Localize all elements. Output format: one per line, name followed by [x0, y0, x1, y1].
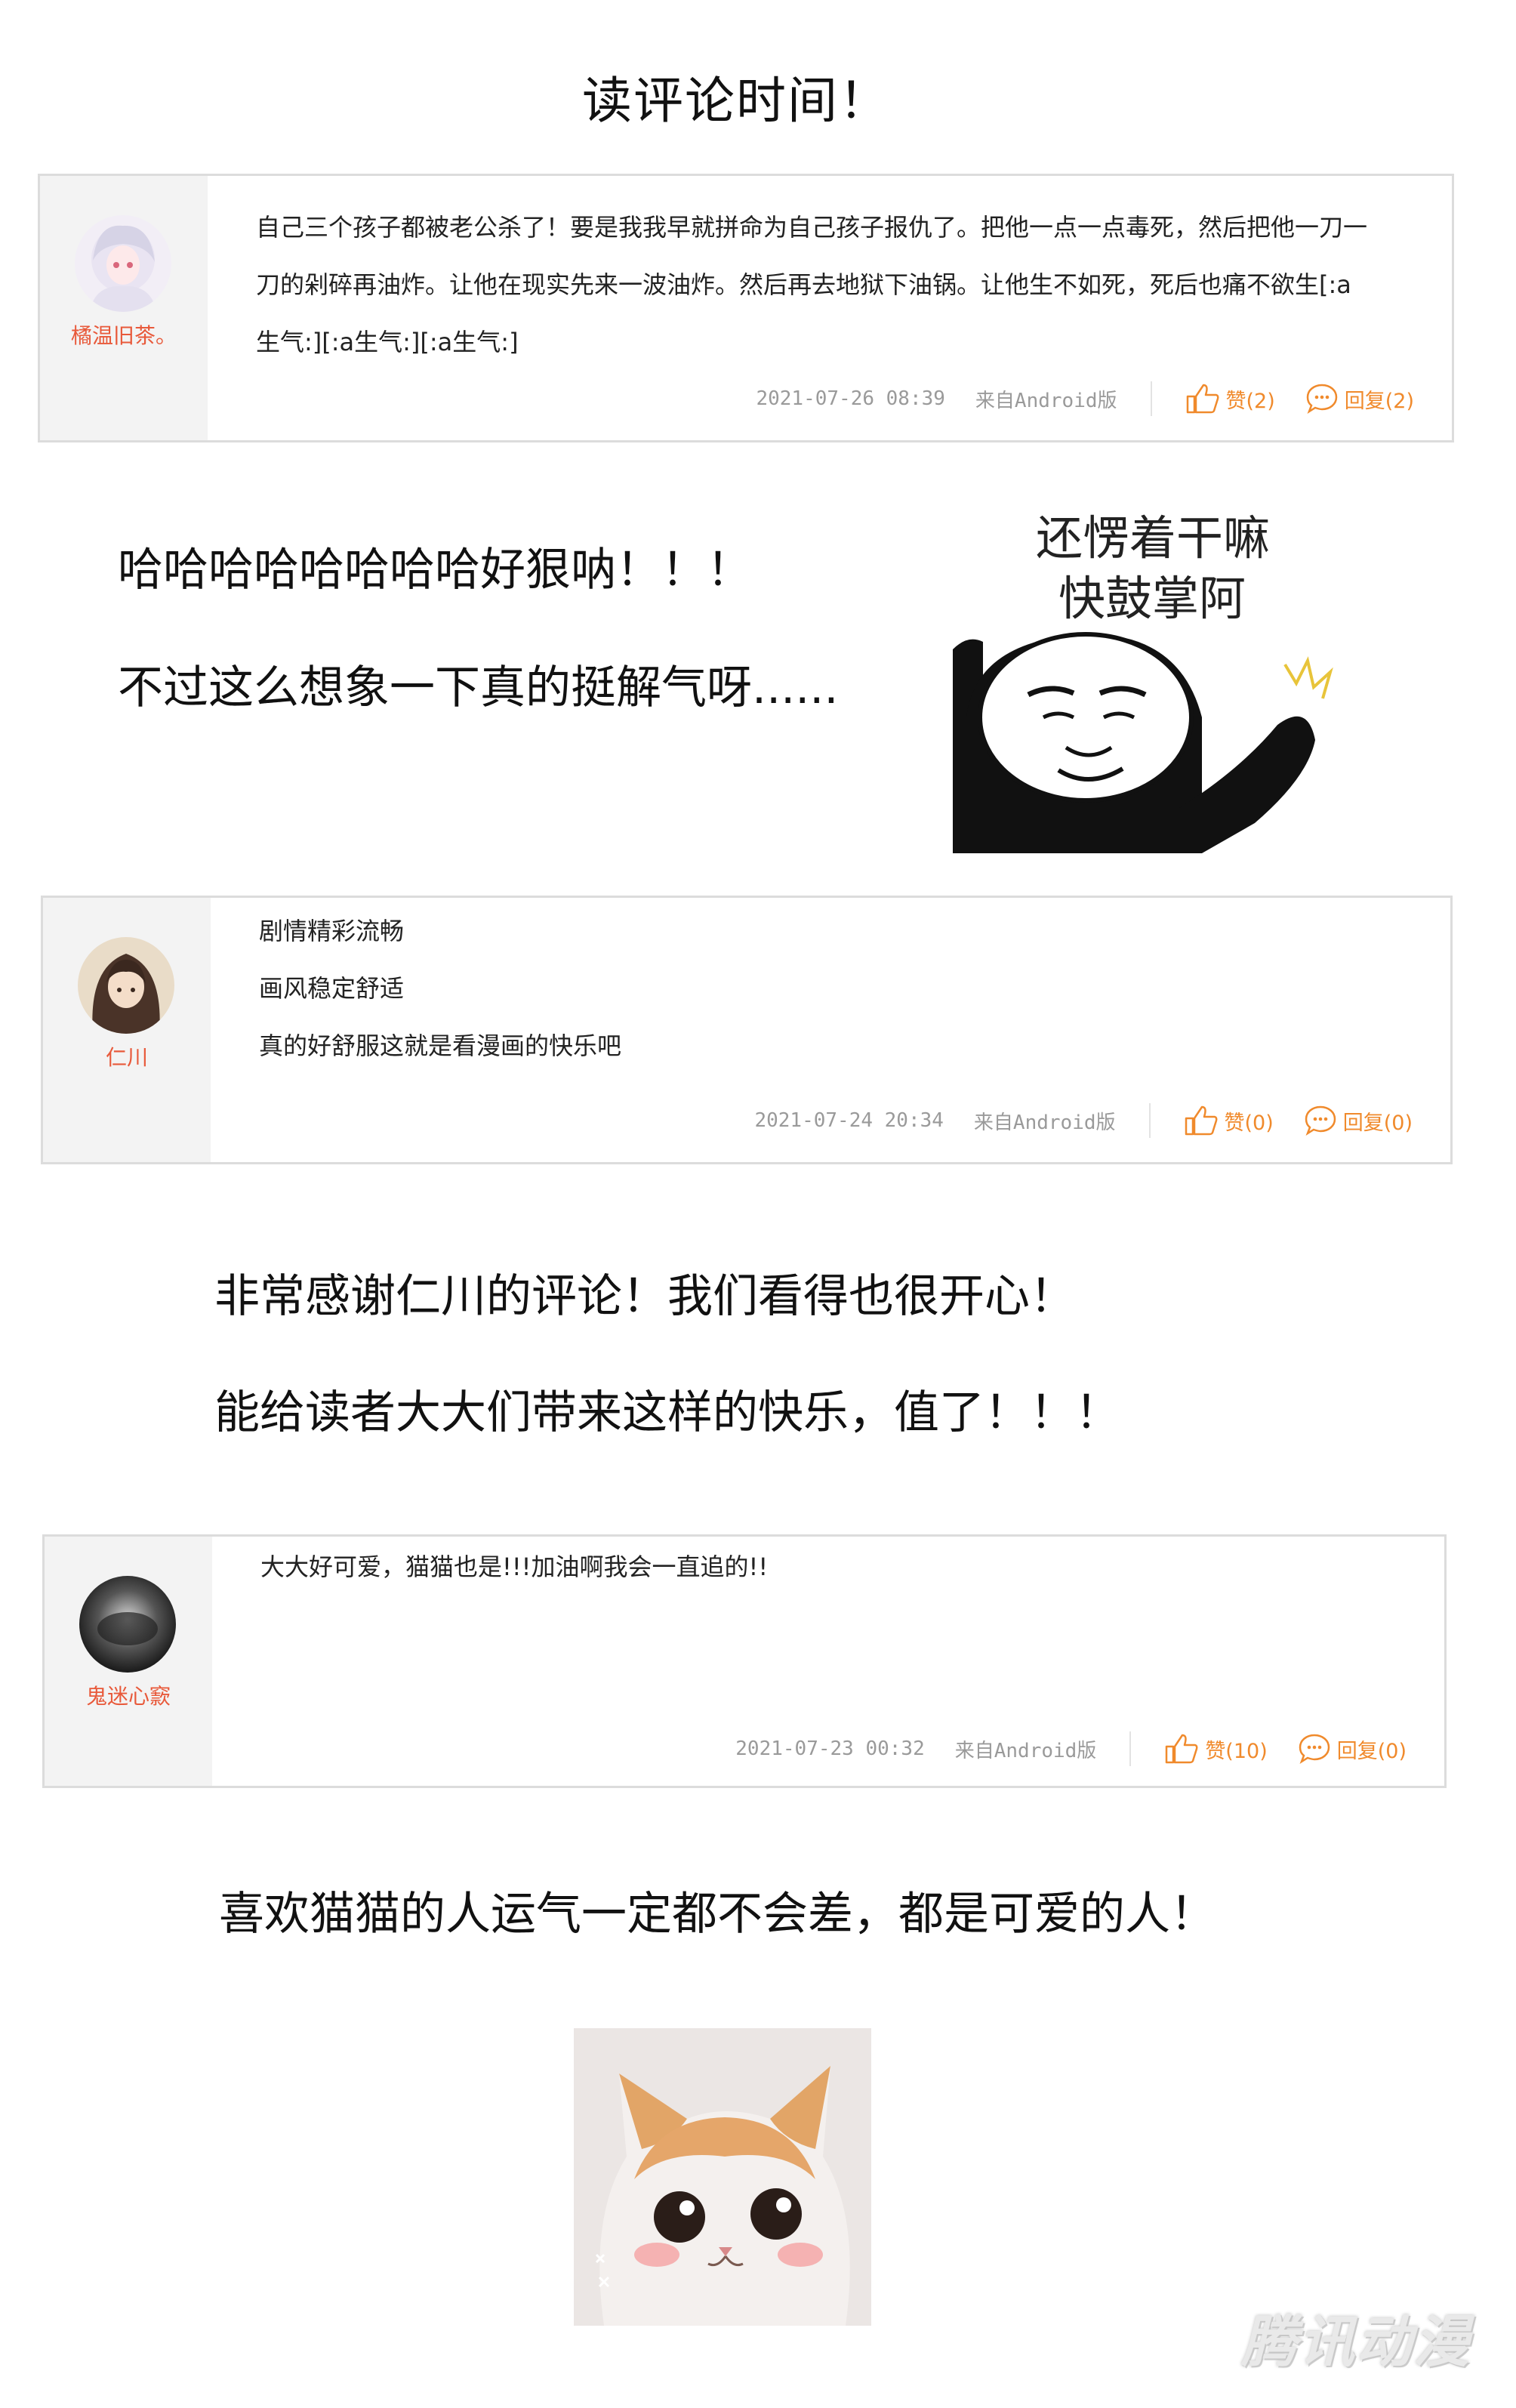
divider [1150, 381, 1152, 416]
comment-text: 大大好可爱，猫猫也是!!!加油啊我会一直追的!! [260, 1538, 1399, 1596]
cat-photo [574, 2028, 871, 2326]
comment-card: 鬼迷心窾 大大好可爱，猫猫也是!!!加油啊我会一直追的!! 2021-07-23… [42, 1534, 1447, 1788]
thumbs-up-icon [1166, 1734, 1198, 1764]
comment-line: 剧情精彩流畅 [259, 917, 405, 945]
source-label: 来自Android版 [975, 389, 1117, 412]
panda-meme-sticker: 还愣着干嘛 快鼓掌阿 [953, 491, 1360, 853]
like-button[interactable]: 赞(10) [1164, 1733, 1268, 1765]
chat-bubble-icon [1299, 1734, 1330, 1765]
comment-line: 真的好舒服这就是看漫画的快乐吧 [259, 1031, 622, 1060]
panda-face-illustration [953, 632, 1333, 853]
comment-meta: 2021-07-24 20:34 来自Android版 赞(0) 回复(0) [754, 1103, 1413, 1138]
like-button[interactable]: 赞(0) [1184, 1105, 1274, 1136]
comment-card: 橘温旧茶。 自己三个孩子都被老公杀了！要是我我早就拼命为自己孩子报仇了。把他一点… [38, 174, 1454, 442]
comment-meta: 2021-07-23 00:32 来自Android版 赞(10) 回复(0) [735, 1731, 1407, 1766]
reply-label: 回复(2) [1344, 389, 1414, 413]
timestamp: 2021-07-24 20:34 [754, 1109, 944, 1132]
reply-label: 回复(0) [1336, 1739, 1407, 1763]
username[interactable]: 橘温旧茶。 [40, 319, 208, 350]
reply-button[interactable]: 回复(2) [1305, 383, 1414, 415]
avatar[interactable] [78, 937, 174, 1034]
comment-text: 剧情精彩流畅 画风稳定舒适 真的好舒服这就是看漫画的快乐吧 [259, 902, 1405, 1075]
timestamp: 2021-07-26 08:39 [756, 387, 945, 410]
comment-meta: 2021-07-26 08:39 来自Android版 赞(2) 回复(2) [756, 381, 1414, 416]
watermark-logo: 腾讯动漫 [1241, 2310, 1471, 2375]
author-response: 能给读者大大们带来这样的快乐，值了！！！ [214, 1386, 1120, 1439]
author-response: 非常感谢仁川的评论！我们看得也很开心！ [214, 1270, 1075, 1323]
username[interactable]: 仁川 [43, 1041, 211, 1071]
comment-line: 自己三个孩子都被老公杀了！要是我我早就拼命为自己孩子报仇了。把他一点一点毒死，然… [256, 213, 1368, 242]
source-label: 来自Android版 [954, 1739, 1097, 1762]
thumbs-up-icon [1185, 1105, 1217, 1136]
thumbs-up-icon [1186, 384, 1219, 414]
chat-bubble-icon [1306, 384, 1338, 415]
author-response: 不过这么想象一下真的挺解气呀...... [118, 661, 839, 714]
comment-line: 大大好可爱，猫猫也是!!!加油啊我会一直追的!! [260, 1552, 769, 1581]
comment-line: 画风稳定舒适 [259, 974, 405, 1003]
reply-button[interactable]: 回复(0) [1304, 1105, 1413, 1136]
comment-line: 刀的剁碎再油炸。让他在现实先来一波油炸。然后再去地狱下油锅。让他生不如死，死后也… [256, 270, 1351, 299]
comment-text: 自己三个孩子都被老公杀了！要是我我早就拼命为自己孩子报仇了。把他一点一点毒死，然… [256, 199, 1407, 371]
avatar[interactable] [79, 1576, 176, 1673]
like-label: 赞(0) [1224, 1111, 1274, 1135]
avatar[interactable] [75, 215, 171, 312]
reply-button[interactable]: 回复(0) [1298, 1733, 1407, 1765]
comment-card: 仁川 剧情精彩流畅 画风稳定舒适 真的好舒服这就是看漫画的快乐吧 2021-07… [41, 896, 1453, 1164]
chat-bubble-icon [1305, 1105, 1336, 1136]
like-label: 赞(2) [1225, 389, 1275, 413]
comment-line: 生气:][:a生气:][:a生气:] [256, 328, 519, 356]
divider [1129, 1731, 1132, 1766]
timestamp: 2021-07-23 00:32 [735, 1737, 925, 1760]
page-title: 读评论时间！ [582, 72, 890, 130]
source-label: 来自Android版 [973, 1111, 1116, 1134]
divider [1148, 1103, 1151, 1138]
author-response: 喜欢猫猫的人运气一定都不会差，都是可爱的人！ [219, 1888, 1216, 1941]
reply-label: 回复(0) [1342, 1111, 1413, 1135]
like-label: 赞(10) [1205, 1739, 1268, 1763]
author-response: 哈哈哈哈哈哈哈哈好狠呐！！！ [118, 544, 752, 597]
like-button[interactable]: 赞(2) [1185, 383, 1275, 415]
username[interactable]: 鬼迷心窾 [45, 1680, 212, 1710]
